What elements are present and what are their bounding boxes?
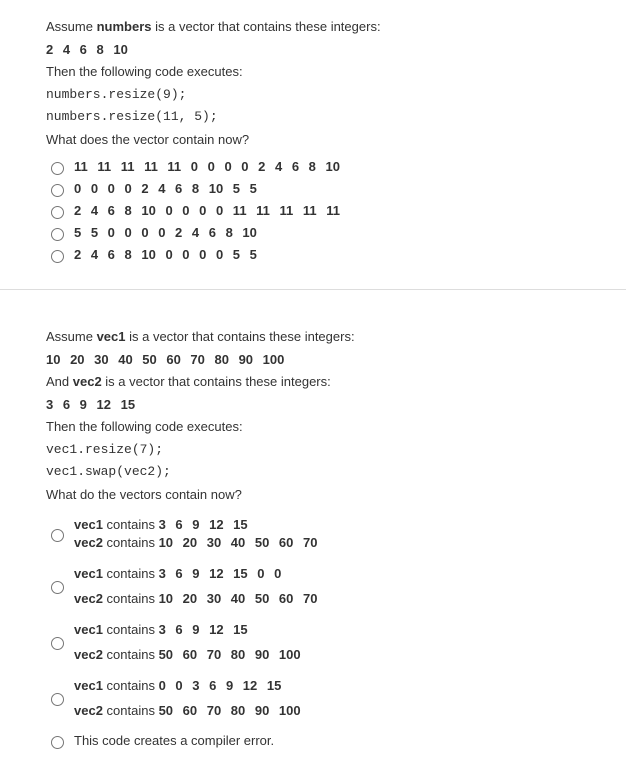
option-text: 2 4 6 8 10 0 0 0 0 11 11 11 11 11 <box>74 203 340 218</box>
option-text: 0 0 0 0 2 4 6 8 10 5 5 <box>74 181 257 196</box>
q1-intro: Assume numbers is a vector that contains… <box>46 17 590 37</box>
seq: 3 6 9 12 15 0 0 <box>159 566 282 581</box>
option-text: 5 5 0 0 0 0 2 4 6 8 10 <box>74 225 257 240</box>
text: Assume <box>46 329 97 344</box>
q1-values: 2 4 6 8 10 <box>46 40 590 60</box>
vec-name: vec1 <box>74 517 103 532</box>
q2-question: What do the vectors contain now? <box>46 485 590 505</box>
text: contains <box>103 703 159 718</box>
question-2: Assume vec1 is a vector that contains th… <box>0 290 626 775</box>
text-bold: vec1 <box>97 329 126 344</box>
option-text: vec1 contains 3 6 9 12 15 0 0 vec2 conta… <box>74 563 317 609</box>
q2-intro1: Assume vec1 is a vector that contains th… <box>46 327 590 347</box>
option-text: 11 11 11 11 11 0 0 0 0 2 4 6 8 10 <box>74 159 340 174</box>
q2-option-1[interactable]: vec1 contains 3 6 9 12 15 vec2 contains … <box>46 514 590 553</box>
text: contains <box>103 566 159 581</box>
text: contains <box>103 622 159 637</box>
vec-name: vec2 <box>74 647 103 662</box>
radio-input[interactable] <box>51 228 64 241</box>
vec-name: vec2 <box>74 591 103 606</box>
q1-question: What does the vector contain now? <box>46 130 590 150</box>
vec-name: vec2 <box>74 703 103 718</box>
question-1: Assume numbers is a vector that contains… <box>0 0 626 289</box>
radio-input[interactable] <box>51 637 64 650</box>
text: contains <box>103 678 159 693</box>
q2-option-5[interactable]: This code creates a compiler error. <box>46 733 590 749</box>
q2-vals2: 3 6 9 12 15 <box>46 395 590 415</box>
q1-option-1[interactable]: 11 11 11 11 11 0 0 0 0 2 4 6 8 10 <box>46 159 590 175</box>
seq: 50 60 70 80 90 100 <box>159 647 301 662</box>
text: is a vector that contains these integers… <box>102 374 331 389</box>
radio-input[interactable] <box>51 736 64 749</box>
radio-input[interactable] <box>51 206 64 219</box>
text: is a vector that contains these integers… <box>151 19 380 34</box>
text: is a vector that contains these integers… <box>126 329 355 344</box>
q2-option-4[interactable]: vec1 contains 0 0 3 6 9 12 15 vec2 conta… <box>46 675 590 721</box>
q1-option-4[interactable]: 5 5 0 0 0 0 2 4 6 8 10 <box>46 225 590 241</box>
text-bold: numbers <box>97 19 152 34</box>
radio-input[interactable] <box>51 250 64 263</box>
text: contains <box>103 647 159 662</box>
vec-name: vec2 <box>74 535 103 550</box>
seq: 3 6 9 12 15 <box>159 517 248 532</box>
option-text: 2 4 6 8 10 0 0 0 0 5 5 <box>74 247 257 262</box>
q2-code-1: vec1.resize(7); <box>46 440 590 460</box>
q2-options: vec1 contains 3 6 9 12 15 vec2 contains … <box>46 514 590 749</box>
q1-option-2[interactable]: 0 0 0 0 2 4 6 8 10 5 5 <box>46 181 590 197</box>
q1-option-5[interactable]: 2 4 6 8 10 0 0 0 0 5 5 <box>46 247 590 263</box>
q2-vals1: 10 20 30 40 50 60 70 80 90 100 <box>46 350 590 370</box>
option-text: vec1 contains 3 6 9 12 15 vec2 contains … <box>74 514 317 553</box>
q2-code-2: vec1.swap(vec2); <box>46 462 590 482</box>
vec-name: vec1 <box>74 622 103 637</box>
option-text: vec1 contains 3 6 9 12 15 vec2 contains … <box>74 619 301 665</box>
q2-option-2[interactable]: vec1 contains 3 6 9 12 15 0 0 vec2 conta… <box>46 563 590 609</box>
q2-then: Then the following code executes: <box>46 417 590 437</box>
text: contains <box>103 517 159 532</box>
vec-name: vec1 <box>74 566 103 581</box>
q1-option-3[interactable]: 2 4 6 8 10 0 0 0 0 11 11 11 11 11 <box>46 203 590 219</box>
text: contains <box>103 535 159 550</box>
seq: 3 6 9 12 15 <box>159 622 248 637</box>
seq: 50 60 70 80 90 100 <box>159 703 301 718</box>
seq: 0 0 3 6 9 12 15 <box>159 678 282 693</box>
seq: 10 20 30 40 50 60 70 <box>159 535 318 550</box>
q1-options: 11 11 11 11 11 0 0 0 0 2 4 6 8 10 0 0 0 … <box>46 159 590 263</box>
q1-code-2: numbers.resize(11, 5); <box>46 107 590 127</box>
option-text: This code creates a compiler error. <box>74 733 274 748</box>
text-bold: vec2 <box>73 374 102 389</box>
radio-input[interactable] <box>51 693 64 706</box>
text: contains <box>103 591 159 606</box>
q2-option-3[interactable]: vec1 contains 3 6 9 12 15 vec2 contains … <box>46 619 590 665</box>
q2-intro2: And vec2 is a vector that contains these… <box>46 372 590 392</box>
radio-input[interactable] <box>51 581 64 594</box>
text: Assume <box>46 19 97 34</box>
radio-input[interactable] <box>51 184 64 197</box>
q1-code-1: numbers.resize(9); <box>46 85 590 105</box>
vec-name: vec1 <box>74 678 103 693</box>
q1-then: Then the following code executes: <box>46 62 590 82</box>
seq: 10 20 30 40 50 60 70 <box>159 591 318 606</box>
text: And <box>46 374 73 389</box>
radio-input[interactable] <box>51 162 64 175</box>
radio-input[interactable] <box>51 529 64 542</box>
option-text: vec1 contains 0 0 3 6 9 12 15 vec2 conta… <box>74 675 301 721</box>
